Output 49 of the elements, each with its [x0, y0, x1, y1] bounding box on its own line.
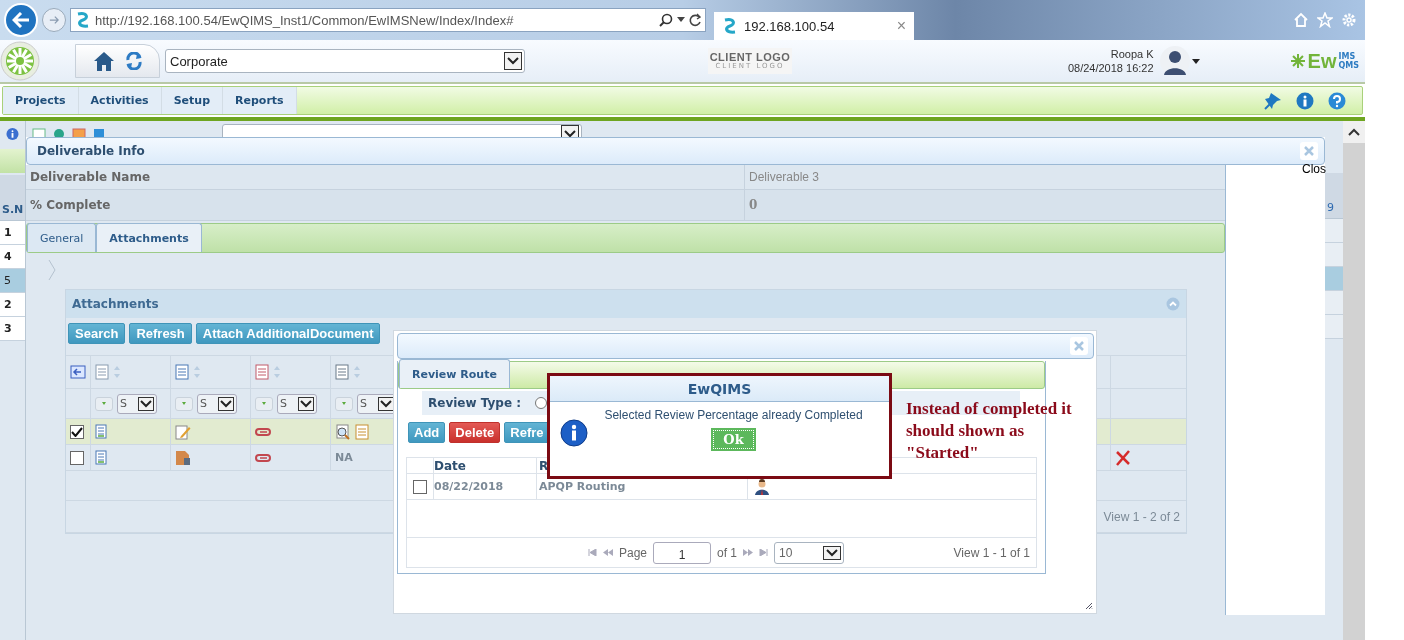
menu-item[interactable]: Reports — [223, 87, 297, 114]
row-number[interactable]: 5 — [0, 269, 25, 293]
page-input[interactable]: 1 — [653, 541, 712, 564]
row-number[interactable]: 3 — [0, 317, 25, 341]
row-number[interactable]: 1 — [0, 221, 25, 245]
filter-dropdown[interactable]: S — [117, 393, 157, 414]
menu-item[interactable]: Activities — [78, 87, 162, 114]
filter-dropdown[interactable]: S — [277, 393, 317, 414]
menu-item[interactable]: Projects — [3, 87, 79, 114]
field-label: Deliverable Name — [26, 165, 745, 189]
filter-dropdown[interactable]: S — [197, 393, 237, 414]
url-text: http://192.168.100.54/EwQIMS_Inst1/Common/EwIMSNew/Index/Index# — [95, 12, 515, 28]
tab-title: 192.168.100.54 — [744, 18, 836, 34]
panel-title: Attachments — [72, 297, 159, 311]
address-field[interactable]: http://192.168.100.54/EwQIMS_Inst1/Common/EwIMSNew/Index/Index# — [70, 8, 706, 32]
table-cell: 08/22/2018 — [434, 474, 537, 499]
menu-item[interactable]: Setup — [161, 87, 223, 114]
tab-close-button[interactable]: × — [896, 17, 906, 35]
field-label: Review Type : — [428, 396, 521, 410]
brand-suffix-top: IMS — [1338, 52, 1357, 61]
column-header: S.N — [0, 175, 25, 221]
alert-title: EwQIMS — [550, 376, 889, 402]
page-size-dropdown[interactable]: 10 — [774, 541, 845, 564]
annotation-text: Instead of completed it should shown as "Started" — [906, 398, 1073, 464]
pager-info: View 1 - 1 of 1 — [953, 545, 1030, 560]
tab[interactable]: Review Route — [399, 359, 510, 388]
column-header: Date — [434, 458, 537, 473]
row-number[interactable]: 2 — [0, 293, 25, 317]
alert-message: Selected Review Percentage already Completed — [604, 408, 863, 422]
field-value: Deliverable 3 — [748, 169, 821, 186]
tab[interactable]: Attachments — [96, 223, 202, 252]
table-cell: 9 — [1325, 173, 1343, 219]
organization-dropdown[interactable]: Corporate — [165, 49, 525, 73]
user-name: Roopa K — [1110, 47, 1154, 61]
row-number[interactable]: 4 — [0, 245, 25, 269]
field-label: % Complete — [26, 190, 745, 220]
close-label: Clos — [1302, 162, 1326, 176]
browser-tab[interactable]: 192.168.100.54 × — [714, 12, 914, 40]
client-logo-text: CLIENT LOGO — [709, 52, 791, 63]
brand-name: Ew — [1307, 49, 1337, 73]
pager-label: of 1 — [717, 545, 738, 560]
tab[interactable]: General — [27, 223, 97, 252]
toolbar-button[interactable]: Delete — [449, 422, 501, 443]
login-datetime: 08/24/2018 16:22 — [1067, 61, 1154, 75]
table-cell: NA — [335, 451, 353, 464]
dialog-title: Deliverable Info — [37, 144, 146, 158]
field-value: 0 — [748, 197, 759, 214]
brand-suffix-bottom: QMS — [1338, 61, 1359, 70]
pager-label: Page — [619, 545, 648, 560]
